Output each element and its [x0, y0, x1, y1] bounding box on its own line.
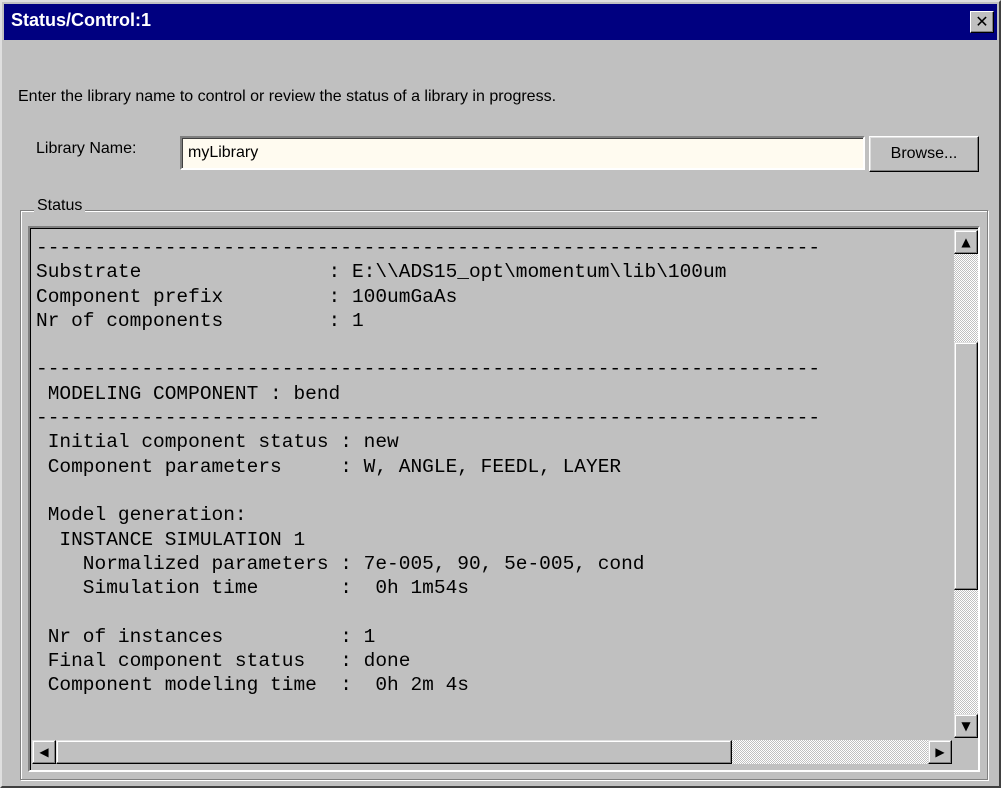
- arrow-right-icon: ▶: [935, 745, 945, 759]
- status-log-line: Simulation time : 0h 1m54s: [36, 577, 469, 600]
- vertical-scrollbar[interactable]: ▲ ▼: [954, 230, 978, 738]
- status-log-line: Nr of instances : 1: [36, 625, 376, 648]
- status-log-line: Substrate : E:\\ADS15_opt\momentum\lib\1…: [36, 261, 727, 284]
- arrow-down-icon: ▼: [961, 719, 971, 733]
- window-title: Status/Control:1: [11, 10, 152, 30]
- status-log-line: INSTANCE SIMULATION 1: [36, 528, 306, 551]
- status-log-line: Model generation:: [36, 504, 247, 527]
- close-icon: ✕: [975, 12, 989, 31]
- horizontal-scroll-thumb[interactable]: [56, 740, 732, 764]
- status-log-line: Nr of components : 1: [36, 309, 364, 332]
- status-log-line: [36, 333, 948, 357]
- scroll-right-button[interactable]: ▶: [928, 740, 952, 764]
- status-log-line: [36, 600, 948, 624]
- status-log[interactable]: ----------------------------------------…: [28, 226, 980, 772]
- status-log-line: Normalized parameters : 7e-005, 90, 5e-0…: [36, 552, 645, 575]
- scrollbar-corner: [954, 740, 978, 764]
- status-log-text: ----------------------------------------…: [36, 236, 948, 734]
- status-log-line: Component prefix : 100umGaAs: [36, 285, 458, 308]
- close-button[interactable]: ✕: [970, 11, 994, 33]
- status-log-line: Final component status : done: [36, 650, 411, 673]
- scroll-up-button[interactable]: ▲: [954, 230, 978, 254]
- status-log-line: Component parameters : W, ANGLE, FEEDL, …: [36, 455, 622, 478]
- browse-button[interactable]: Browse...: [869, 136, 979, 172]
- horizontal-scrollbar[interactable]: ◀ ▶: [32, 740, 952, 764]
- library-name-label: Library Name:: [36, 140, 137, 157]
- status-log-line: Component modeling time : 0h 2m 4s: [36, 674, 469, 697]
- status-log-line: [36, 479, 948, 503]
- arrow-up-icon: ▲: [961, 235, 971, 249]
- status-log-line: ----------------------------------------…: [36, 237, 821, 259]
- scroll-down-button[interactable]: ▼: [954, 714, 978, 738]
- scroll-left-button[interactable]: ◀: [32, 740, 56, 764]
- instructions-text: Enter the library name to control or rev…: [18, 88, 557, 105]
- status-group-label: Status: [34, 197, 86, 215]
- status-log-line: MODELING COMPONENT : bend: [36, 382, 341, 405]
- arrow-left-icon: ◀: [39, 745, 49, 759]
- status-log-line: ----------------------------------------…: [36, 407, 821, 430]
- title-bar[interactable]: Status/Control:1 ✕: [4, 4, 997, 40]
- library-name-input[interactable]: myLibrary: [180, 136, 865, 170]
- status-log-line: ----------------------------------------…: [36, 358, 821, 381]
- vertical-scroll-thumb[interactable]: [954, 342, 978, 590]
- status-log-line: Initial component status : new: [36, 431, 399, 454]
